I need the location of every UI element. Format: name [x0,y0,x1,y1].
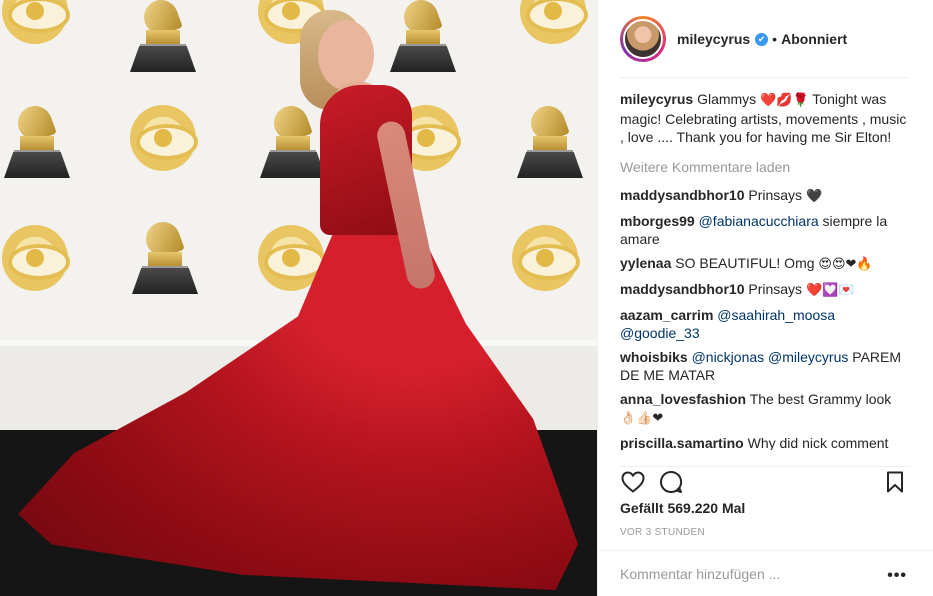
comment-item: anna_lovesfashion The best Grammy look 👌… [620,390,910,428]
avatar[interactable] [623,19,663,59]
person-face [318,20,374,90]
comment-emojis: 👌🏻👍🏻❤ [620,411,664,426]
comment-emojis: 🖤 [805,189,823,204]
comment-item: mborges99 @fabianacucchiara siempre la a… [620,212,910,248]
likes-count[interactable]: Gefällt 569.220 Mal [620,500,745,516]
instagram-post: mileycyrus ✔ • Abonniert mileycyrus Glam… [0,0,933,596]
comment-mention[interactable]: @fabianacucchiara [699,213,819,229]
caption-username[interactable]: mileycyrus [620,91,693,107]
grammy-trophy [128,217,202,302]
more-options-icon[interactable]: ••• [887,567,907,585]
grammy-trophy [256,101,330,186]
comment-username[interactable]: yylenaa [620,255,671,271]
comment-username[interactable]: whoisbiks [620,349,688,365]
follow-status-button[interactable]: Abonniert [781,31,847,47]
verified-badge-icon: ✔ [755,32,769,46]
comment-input[interactable] [620,565,870,582]
grammy-trophy [513,101,587,186]
comment-bubble-icon[interactable] [658,469,684,495]
comment-item: yylenaa SO BEAUTIFUL! Omg 😍😍❤🔥 [620,254,910,274]
header-username[interactable]: mileycyrus [677,31,750,47]
avatar-story-ring[interactable] [620,16,666,62]
grammy-trophy [0,101,74,186]
comment-text: Prinsays [748,187,803,203]
comment-item: aazam_carrim @saahirah_moosa @goodie_33 [620,306,910,342]
cbs-eye-logo [2,225,70,291]
post-caption: mileycyrus Glammys ❤️💋🌹 Tonight was magi… [620,90,910,146]
comment-item: priscilla.samartino Why did nick comment [620,434,910,450]
comment-username[interactable]: priscilla.samartino [620,435,744,450]
caption-emojis: ❤️💋🌹 [760,93,809,108]
bookmark-icon[interactable] [882,469,908,495]
add-comment-bar: ••• [598,550,933,596]
comment-text: Prinsays [748,281,803,297]
comment-emojis: 😍😍❤🔥 [818,257,873,272]
comment-text: SO BEAUTIFUL! Omg [675,255,815,271]
comment-username[interactable]: maddysandbhor10 [620,281,744,297]
comment-username[interactable]: aazam_carrim [620,307,713,323]
post-header: mileycyrus ✔ • Abonniert [598,0,933,78]
cbs-eye-logo [512,225,580,291]
cbs-eye-logo [130,105,198,171]
caption-text-before: Glammys [697,91,757,107]
grammy-trophy [386,0,460,80]
comment-text: The best Grammy look [749,391,892,407]
comment-item: maddysandbhor10 Prinsays 🖤 [620,186,910,206]
post-side-panel: mileycyrus ✔ • Abonniert mileycyrus Glam… [597,0,933,596]
heart-icon[interactable] [620,469,646,495]
comment-mention[interactable]: @nickjonas @mileycyrus [692,349,849,365]
comment-item: whoisbiks @nickjonas @mileycyrus PAREM D… [620,348,910,384]
comment-username[interactable]: anna_lovesfashion [620,391,746,407]
post-timestamp[interactable]: VOR 3 STUNDEN [620,527,705,538]
grammy-trophy [126,0,200,80]
post-actions-bar [620,466,910,496]
header-separator: • [772,31,778,47]
comment-username[interactable]: maddysandbhor10 [620,187,744,203]
comments-list[interactable]: mileycyrus Glammys ❤️💋🌹 Tonight was magi… [620,90,910,450]
comment-emojis: ❤️💟💌 [805,283,855,298]
post-photo[interactable] [0,0,597,596]
comment-item: maddysandbhor10 Prinsays ❤️💟💌 [620,280,910,300]
comment-username[interactable]: mborges99 [620,213,695,229]
comment-text: Why did nick comment [747,435,889,450]
load-more-comments-link[interactable]: Weitere Kommentare laden [620,158,910,176]
